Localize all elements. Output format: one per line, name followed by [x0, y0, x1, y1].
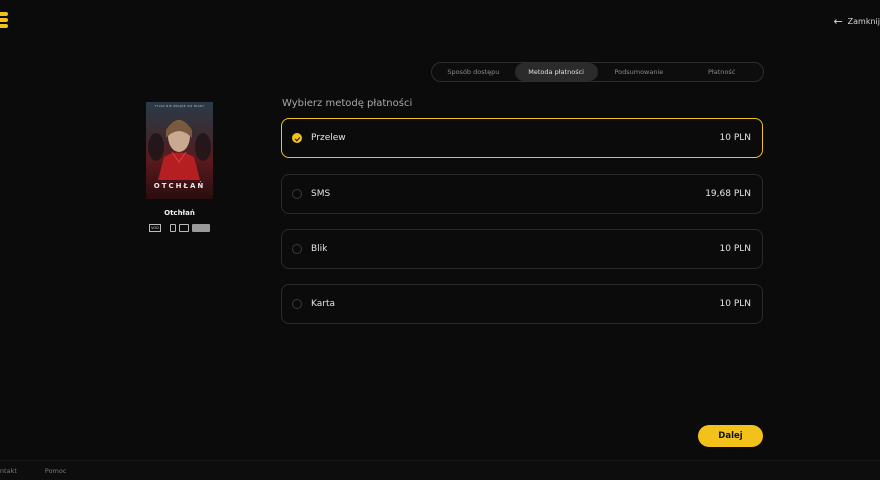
arrow-left-icon: ←	[833, 15, 843, 28]
vod-badge: VOD	[149, 224, 161, 232]
phone-icon	[169, 224, 176, 232]
option-label: SMS	[311, 189, 331, 199]
movie-poster: TYLKO NIE ZNAJDŹ SIĘ NIGDY OTCHŁAŃ	[146, 102, 213, 199]
payment-option-przelew[interactable]: Przelew 10 PLN	[281, 118, 763, 158]
step-summary[interactable]: Podsumowanie	[598, 63, 681, 81]
radio-icon[interactable]	[292, 299, 302, 309]
step-access-method[interactable]: Sposób dostępu	[432, 63, 515, 81]
radio-icon[interactable]	[292, 189, 302, 199]
poster-title: OTCHŁAŃ	[153, 182, 206, 190]
radio-icon[interactable]	[292, 244, 302, 254]
option-label: Przelew	[311, 133, 346, 143]
step-payment-method[interactable]: Metoda płatności	[514, 63, 598, 81]
footer: Kontakt Pomoc	[0, 460, 880, 480]
next-button[interactable]: Dalej	[698, 425, 763, 447]
option-price: 10 PLN	[719, 299, 752, 309]
payment-option-sms[interactable]: SMS 19,68 PLN	[281, 174, 763, 214]
section-title: Wybierz metodę płatności	[282, 98, 413, 109]
radio-checked-icon[interactable]	[292, 133, 302, 143]
option-label: Blik	[311, 244, 328, 254]
close-label: Zamknij	[847, 17, 880, 26]
payment-option-karta[interactable]: Karta 10 PLN	[281, 284, 763, 324]
tv-icon	[191, 224, 210, 232]
close-button[interactable]: ← Zamknij	[833, 16, 880, 27]
poster-tagline: TYLKO NIE ZNAJDŹ SIĘ NIGDY	[154, 105, 205, 108]
movie-card: TYLKO NIE ZNAJDŹ SIĘ NIGDY OTCHŁAŃ Otchł…	[146, 102, 213, 232]
footer-link-contact[interactable]: Kontakt	[0, 467, 17, 475]
option-label: Karta	[311, 299, 336, 309]
checkout-stepper: Sposób dostępu Metoda płatności Podsumow…	[431, 62, 764, 82]
footer-link-help[interactable]: Pomoc	[45, 467, 67, 475]
tablet-icon	[178, 224, 189, 232]
step-payment[interactable]: Płatność	[680, 63, 763, 81]
payment-option-blik[interactable]: Blik 10 PLN	[281, 229, 763, 269]
brand-logo[interactable]	[0, 12, 8, 28]
movie-title: Otchłań	[164, 209, 195, 217]
device-icons: VOD	[146, 224, 213, 232]
option-price: 10 PLN	[719, 244, 752, 254]
option-price: 19,68 PLN	[705, 189, 751, 199]
option-price: 10 PLN	[719, 133, 752, 143]
